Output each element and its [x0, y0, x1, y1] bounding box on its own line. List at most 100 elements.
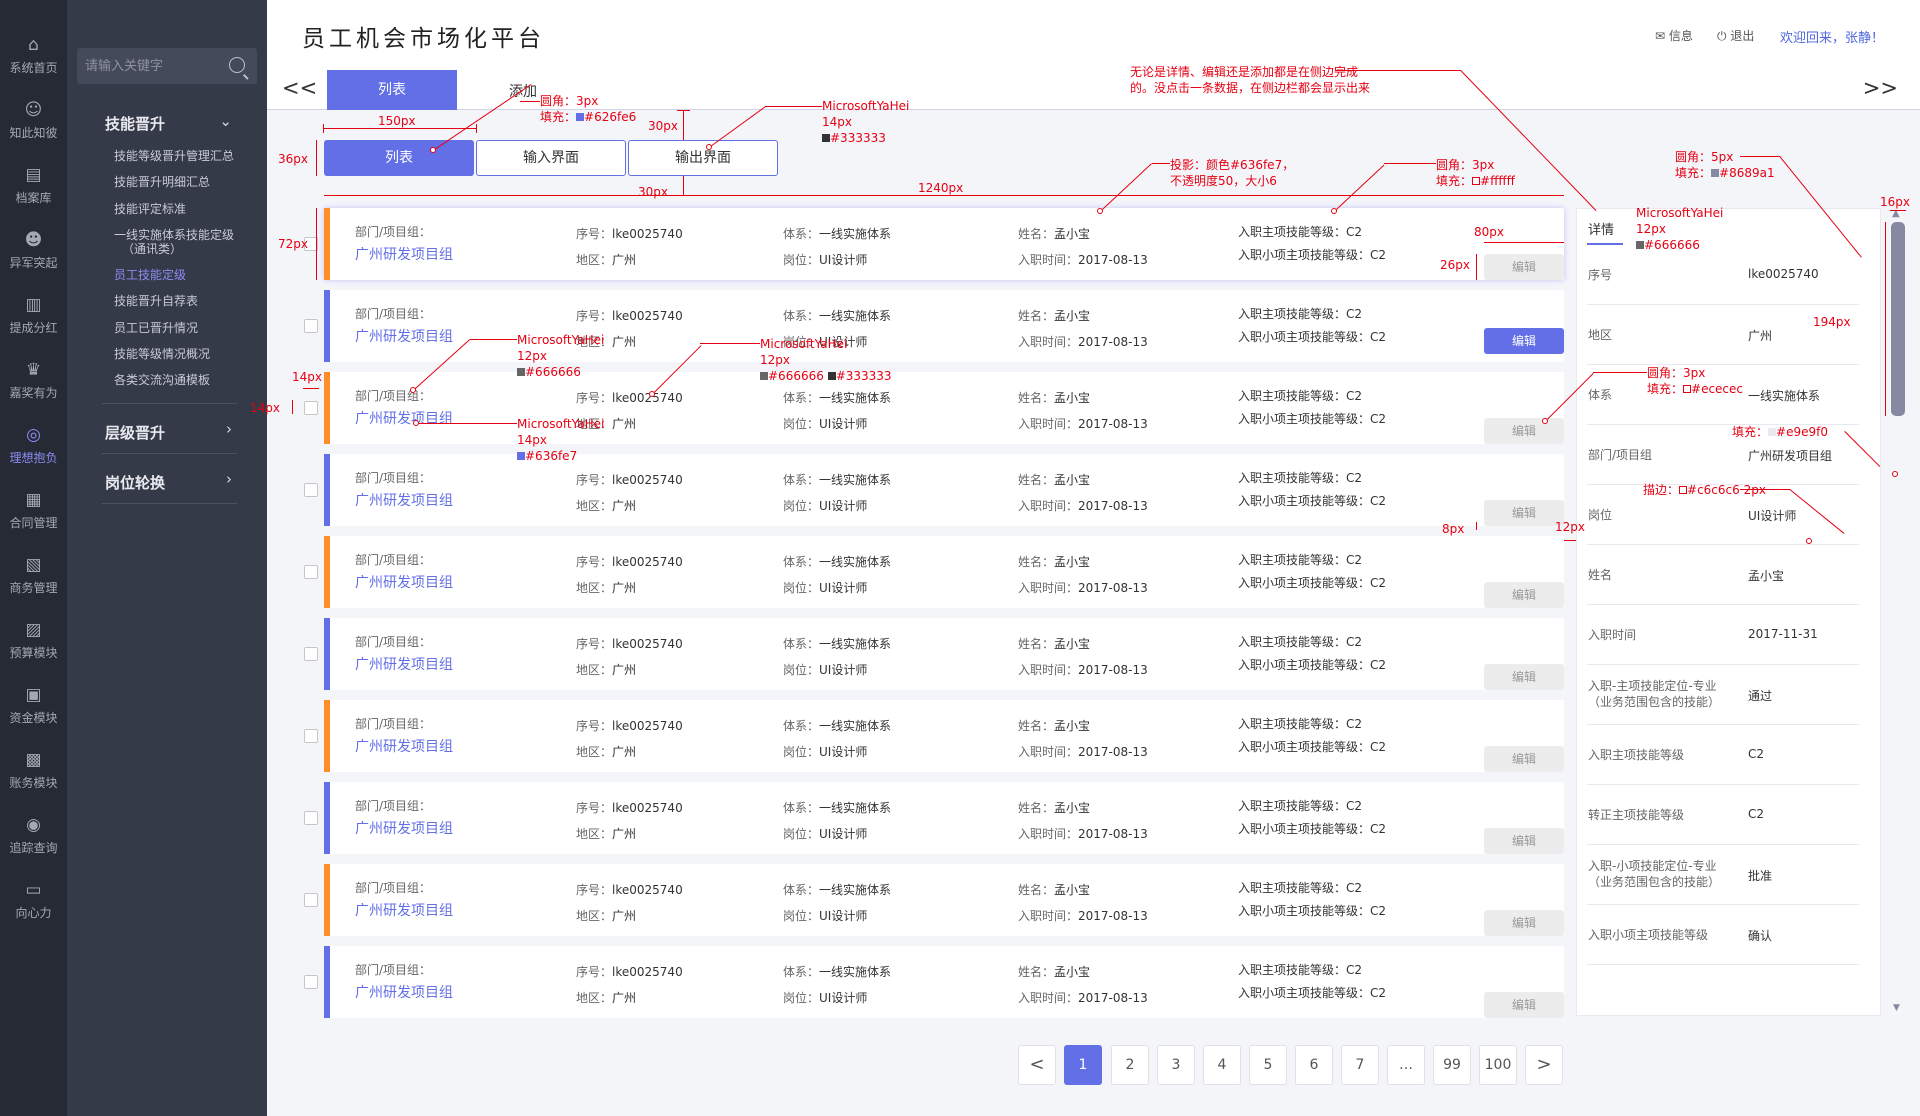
page-button[interactable]: … [1387, 1045, 1425, 1085]
tab-list[interactable]: 列表 [327, 70, 457, 110]
chevron-down-icon[interactable]: ⌄ [219, 112, 232, 130]
logout-link[interactable]: ⏻ 退出 [1717, 27, 1754, 44]
submenu-item[interactable]: 技能等级晋升管理汇总 [114, 149, 234, 164]
minor-skill-field: 入职小项主项技能等级：C2 [1238, 576, 1387, 590]
list-item[interactable]: 部门/项目组： 广州研发项目组 序号：lke0025740 地区：广州 体系：一线实施体… [304, 536, 1564, 608]
page-button[interactable]: 99 [1433, 1045, 1471, 1085]
detail-value: 广州研发项目组 [1748, 449, 1833, 463]
user-icon: ☻ [24, 229, 43, 250]
menu-group-post-rotation[interactable]: 岗位轮换 [105, 472, 165, 493]
date-field: 入职时间：2017-08-13 [1018, 663, 1148, 677]
list-item[interactable]: 部门/项目组： 广州研发项目组 序号：lke0025740 地区：广州 体系：一线实施体… [304, 864, 1564, 936]
nav-item[interactable]: ⌂ 系统首页 [0, 23, 67, 88]
scroll-down-icon[interactable]: ▼ [1893, 1003, 1900, 1013]
search-input[interactable] [85, 48, 220, 84]
nav-item[interactable]: ▥ 提成分红 [0, 283, 67, 348]
nav-item-label: 合同管理 [9, 515, 58, 530]
list-item[interactable]: 部门/项目组： 广州研发项目组 序号：lke0025740 地区：广州 体系：一线实施体… [304, 946, 1564, 1018]
edit-button[interactable]: 编辑 [1484, 746, 1564, 772]
row-checkbox[interactable] [304, 893, 318, 907]
welcome-text[interactable]: 欢迎回来，张静！ [1780, 27, 1884, 46]
submenu-item[interactable]: 一线实施体系技能定级 [114, 228, 234, 243]
list-item[interactable]: 部门/项目组： 广州研发项目组 序号：lke0025740 地区：广州 体系：一线实施体… [304, 208, 1564, 280]
nav-item[interactable]: ▤ 档案库 [0, 153, 67, 218]
row-accent-bar [324, 946, 330, 1018]
page-button[interactable]: 7 [1341, 1045, 1379, 1085]
page-button[interactable]: 3 [1157, 1045, 1195, 1085]
tabs-prev-button[interactable]: << [282, 76, 317, 100]
view-output-button[interactable]: 输出界面 [628, 140, 778, 176]
page-button[interactable]: 5 [1249, 1045, 1287, 1085]
submenu-item[interactable]: 技能等级情况概况 [114, 347, 210, 362]
chevron-right-icon[interactable]: › [226, 420, 232, 438]
edit-button[interactable]: 编辑 [1484, 418, 1564, 444]
edit-button[interactable]: 编辑 [1484, 828, 1564, 854]
submenu-item[interactable]: 技能评定标准 [114, 202, 186, 217]
edit-button[interactable]: 编辑 [1484, 500, 1564, 526]
post-field: 岗位：UI设计师 [783, 909, 868, 923]
dividend-icon: ▥ [25, 294, 42, 315]
submenu-item[interactable]: 员工已晋升情况 [114, 321, 198, 336]
menu-group-skill-promotion[interactable]: 技能晋升 [105, 113, 165, 134]
nav-item[interactable]: ▭ 向心力 [0, 868, 67, 933]
nav-item[interactable]: ◉ 追踪查询 [0, 803, 67, 868]
nav-item[interactable]: ▩ 账务模块 [0, 738, 67, 803]
row-checkbox[interactable] [304, 565, 318, 579]
tabs-next-button[interactable]: >> [1863, 76, 1898, 100]
tab-detail[interactable]: 详情 [1588, 219, 1614, 238]
edit-button[interactable]: 编辑 [1484, 992, 1564, 1018]
row-checkbox[interactable] [304, 483, 318, 497]
detail-row: 入职-主项技能定位-专业 （业务范围包含的技能） 通过 [1587, 665, 1859, 725]
detail-value: C2 [1748, 807, 1765, 821]
trophy-icon: ♛ [25, 359, 42, 380]
scroll-thumb[interactable] [1891, 222, 1905, 416]
edit-button[interactable]: 编辑 [1484, 254, 1564, 280]
page-button[interactable]: 100 [1479, 1045, 1517, 1085]
nav-item[interactable]: ▨ 预算模块 [0, 608, 67, 673]
view-input-button[interactable]: 输入界面 [476, 140, 626, 176]
page-next-button[interactable]: > [1525, 1045, 1563, 1085]
top-bar: 员工机会市场化平台 ✉ 信息 ⏻ 退出 欢迎回来，张静！ [267, 0, 1920, 70]
edit-button[interactable]: 编辑 [1484, 328, 1564, 354]
list-item[interactable]: 部门/项目组： 广州研发项目组 序号：lke0025740 地区：广州 体系：一线实施体… [304, 782, 1564, 854]
nav-item[interactable]: ◎ 理想抱负 [0, 413, 67, 478]
submenu-item[interactable]: 员工技能定级 [114, 268, 186, 283]
page-button[interactable]: 1 [1064, 1045, 1102, 1085]
nav-item[interactable]: ▧ 商务管理 [0, 543, 67, 608]
page-prev-button[interactable]: < [1018, 1045, 1056, 1085]
row-checkbox[interactable] [304, 811, 318, 825]
nav-item[interactable]: ☺ 知此知彼 [0, 88, 67, 153]
chevron-right-icon[interactable]: › [226, 470, 232, 488]
list-item[interactable]: 部门/项目组： 广州研发项目组 序号：lke0025740 地区：广州 体系：一线实施体… [304, 700, 1564, 772]
list-item[interactable]: 部门/项目组： 广州研发项目组 序号：lke0025740 地区：广州 体系：一线实施体… [304, 290, 1564, 362]
edit-button[interactable]: 编辑 [1484, 664, 1564, 690]
row-checkbox[interactable] [304, 319, 318, 333]
nav-item[interactable]: ♛ 嘉奖有为 [0, 348, 67, 413]
search-icon[interactable] [229, 57, 245, 73]
minor-skill-field: 入职小项主项技能等级：C2 [1238, 986, 1387, 1000]
submenu-item[interactable]: 技能晋升明细汇总 [114, 175, 210, 190]
list-item[interactable]: 部门/项目组： 广州研发项目组 序号：lke0025740 地区：广州 体系：一线实施体… [304, 372, 1564, 444]
row-checkbox[interactable] [304, 401, 318, 415]
nav-item[interactable]: ▣ 资金模块 [0, 673, 67, 738]
nav-item[interactable]: ▦ 合同管理 [0, 478, 67, 543]
submenu-item[interactable]: 各类交流沟通模板 [114, 373, 210, 388]
nav-item[interactable]: ☻ 异军突起 [0, 218, 67, 283]
row-checkbox[interactable] [304, 975, 318, 989]
edit-button[interactable]: 编辑 [1484, 910, 1564, 936]
budget-icon: ▨ [25, 619, 42, 640]
list-item[interactable]: 部门/项目组： 广州研发项目组 序号：lke0025740 地区：广州 体系：一线实施体… [304, 618, 1564, 690]
row-checkbox[interactable] [304, 729, 318, 743]
page-button[interactable]: 2 [1111, 1045, 1149, 1085]
edit-button[interactable]: 编辑 [1484, 582, 1564, 608]
row-checkbox[interactable] [304, 647, 318, 661]
view-list-button[interactable]: 列表 [324, 140, 474, 176]
detail-scrollbar[interactable] [1890, 222, 1906, 1016]
page-button[interactable]: 6 [1295, 1045, 1333, 1085]
page-button[interactable]: 4 [1203, 1045, 1241, 1085]
menu-group-level-promotion[interactable]: 层级晋升 [105, 422, 165, 443]
message-link[interactable]: ✉ 信息 [1655, 27, 1693, 44]
list-item[interactable]: 部门/项目组： 广州研发项目组 序号：lke0025740 地区：广州 体系：一线实施体… [304, 454, 1564, 526]
tab-add[interactable]: 添加 [509, 81, 537, 101]
submenu-item[interactable]: 技能晋升自荐表 [114, 294, 198, 309]
